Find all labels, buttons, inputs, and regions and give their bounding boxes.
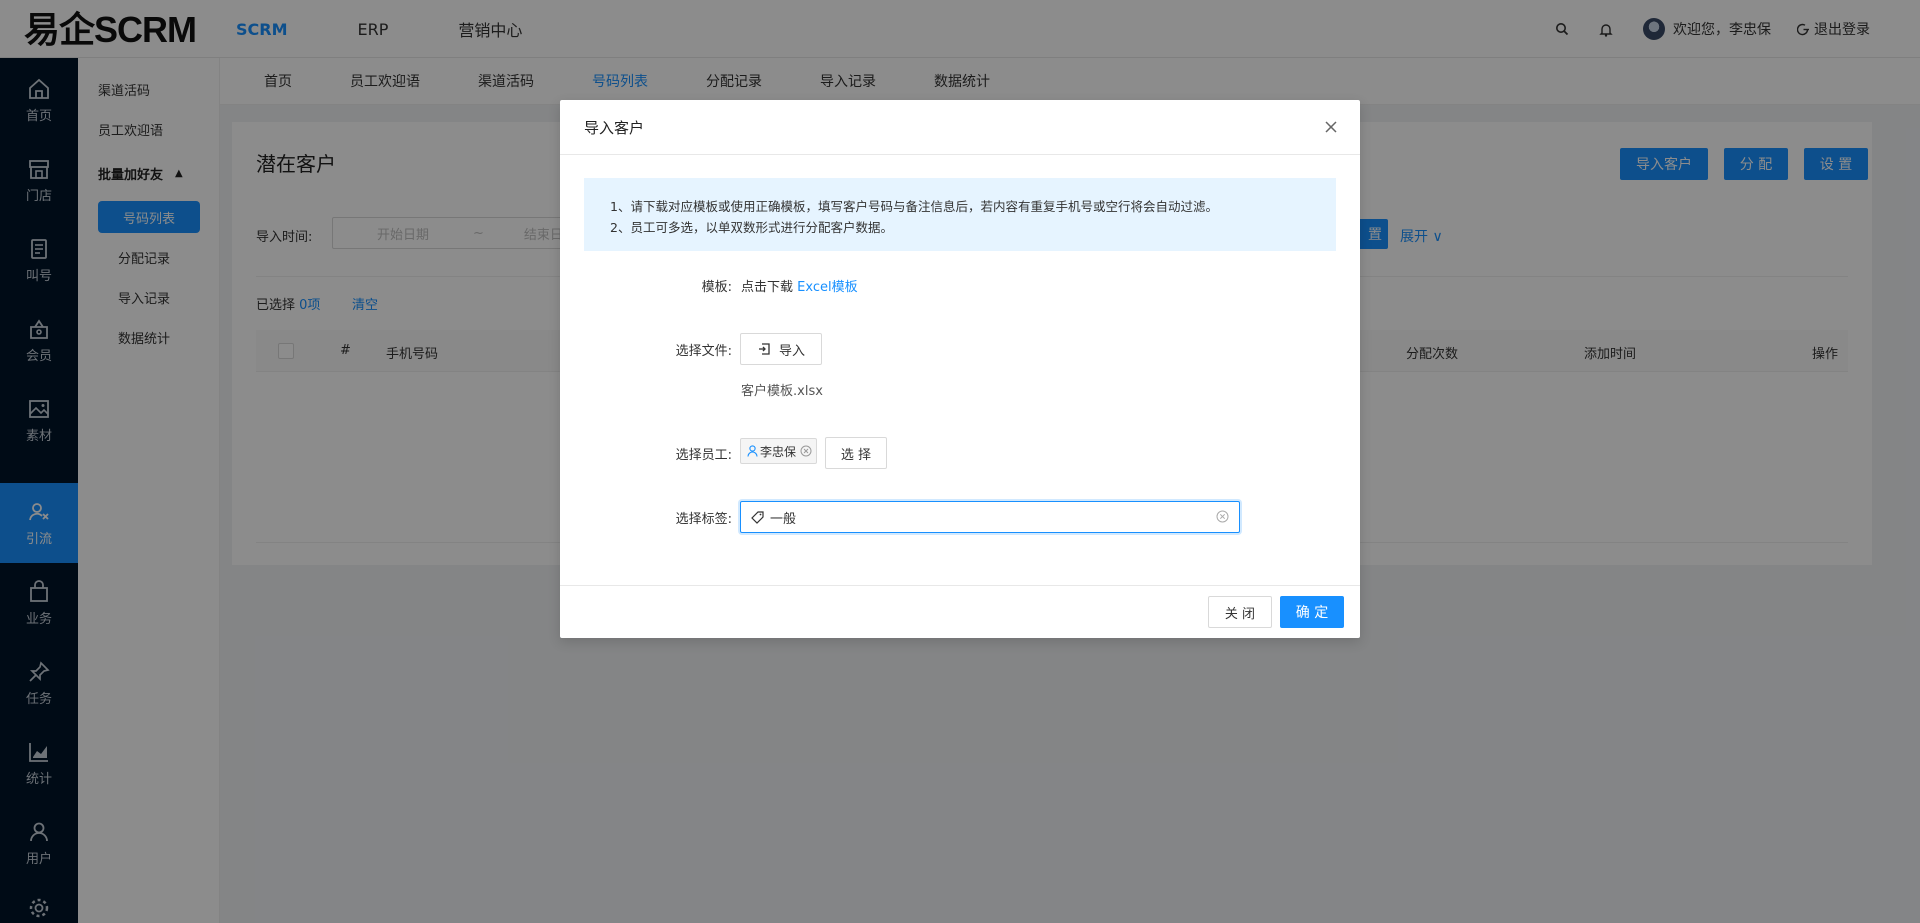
notice-line-1: 1、请下载对应模板或使用正确模板，填写客户号码与备注信息后，若内容有重复手机号或… [610,199,1218,214]
tag-select-input[interactable]: 一般 [740,501,1240,533]
tag-label: 选择标签: [675,512,732,527]
tag-value: 一般 [770,511,797,527]
confirm-button[interactable]: 确 定 [1280,596,1344,628]
user-icon [747,445,758,457]
notice-line-2: 2、员工可多选，以单双数形式进行分配客户数据。 [610,220,893,235]
template-label: 模板: [701,280,732,295]
excel-template-link[interactable]: Excel模板 [797,280,857,295]
staff-tag: 李忠保 [740,438,818,464]
template-row: 点击下载 Excel模板 [741,276,858,295]
import-icon [758,343,770,355]
import-file-button[interactable]: 导入 [740,333,822,365]
import-file-label: 导入 [778,343,805,359]
import-notice: 1、请下载对应模板或使用正确模板，填写客户号码与备注信息后，若内容有重复手机号或… [584,178,1336,251]
staff-label: 选择员工: [675,448,732,463]
modal-title: 导入客户 [584,119,645,137]
clear-icon[interactable] [1216,510,1229,523]
import-customers-modal: 导入客户 1、请下载对应模板或使用正确模板，填写客户号码与备注信息后，若内容有重… [560,100,1360,638]
modal-footer: 关 闭 确 定 [560,585,1360,638]
tag-icon [751,510,764,524]
modal-header: 导入客户 [560,100,1360,155]
remove-tag-icon[interactable] [800,445,812,457]
select-staff-button[interactable]: 选 择 [825,437,887,469]
close-icon[interactable] [1324,120,1338,134]
file-label: 选择文件: [675,344,732,359]
template-text: 点击下载 [741,280,794,295]
close-button[interactable]: 关 闭 [1208,596,1272,628]
staff-tag-label: 李忠保 [760,444,797,459]
selected-file-name: 客户模板.xlsx [741,384,823,399]
